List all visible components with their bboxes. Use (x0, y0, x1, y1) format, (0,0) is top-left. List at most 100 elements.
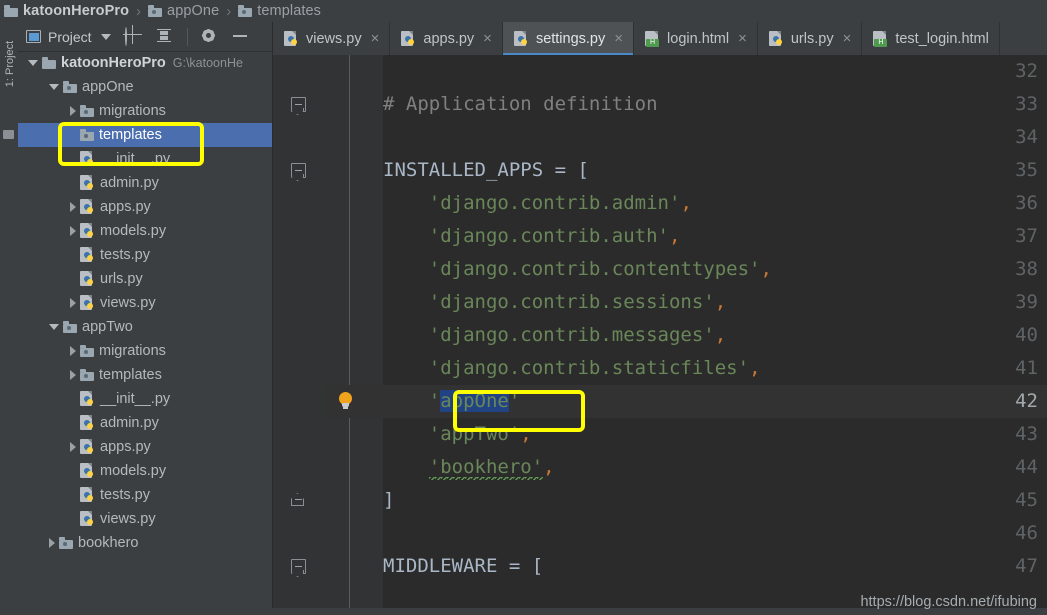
close-icon[interactable]: × (614, 31, 623, 46)
tree-item-tests-py[interactable]: tests.py (18, 483, 273, 507)
close-icon[interactable]: × (843, 31, 852, 46)
tree-item-label: views.py (100, 295, 156, 311)
code-line: 'django.contrib.messages', (383, 319, 726, 352)
python-file-icon (80, 439, 95, 455)
project-file-tree[interactable]: katoonHeroPro G:\katoonHe appOne migrations… (18, 51, 273, 615)
code-line: 'django.contrib.admin', (383, 187, 692, 220)
breadcrumb-separator: › (136, 2, 142, 20)
tree-item-init-py[interactable]: __init__.py (18, 387, 273, 411)
tool-window-tab-project[interactable]: 1: Project (1, 26, 19, 102)
fold-marker-expanded[interactable] (291, 163, 306, 178)
fold-marker-expanded[interactable] (291, 559, 306, 574)
ide-window: katoonHeroPro › appOne › templates 1: Pr… (0, 0, 1047, 615)
gear-icon[interactable] (200, 27, 219, 46)
code-line: 'django.contrib.auth', (383, 220, 681, 253)
lightbulb-icon[interactable] (337, 391, 355, 413)
chevron-right-icon[interactable] (70, 442, 76, 452)
close-icon[interactable]: × (371, 31, 380, 46)
chevron-down-icon[interactable] (49, 84, 59, 90)
code-folding-column[interactable] (325, 55, 383, 615)
editor-tab-label: urls.py (790, 30, 834, 47)
chevron-down-icon[interactable] (28, 60, 38, 66)
code-line: 'django.contrib.contenttypes', (383, 253, 772, 286)
tree-item-init-py[interactable]: __init__.py (18, 147, 273, 171)
breadcrumb-item-katoonheropro[interactable]: katoonHeroPro (4, 0, 129, 22)
fold-marker-expanded[interactable] (291, 97, 306, 112)
tree-item-katoonheropro[interactable]: katoonHeroPro G:\katoonHe (18, 51, 273, 75)
python-file-icon (80, 487, 95, 503)
toolbar-divider (186, 27, 188, 46)
close-icon[interactable]: × (483, 31, 492, 46)
close-icon[interactable]: × (738, 31, 747, 46)
chevron-right-icon[interactable] (70, 346, 76, 356)
tree-item-label: migrations (99, 103, 166, 119)
line-number: 35 (1015, 159, 1038, 181)
tree-item-apps-py[interactable]: apps.py (18, 195, 273, 219)
python-file-icon (80, 151, 95, 167)
folder-dot-icon (59, 537, 73, 549)
tree-item-apptwo[interactable]: appTwo (18, 315, 273, 339)
python-file-icon (80, 175, 95, 191)
editor-tab-views-py[interactable]: views.py × (273, 22, 391, 55)
breadcrumb-item-appone[interactable]: appOne (148, 0, 219, 22)
tree-item-admin-py[interactable]: admin.py (18, 411, 273, 435)
code-string: 'appTwo' (428, 423, 521, 445)
code-string: 'django.contrib.auth' (428, 225, 669, 247)
chevron-right-icon[interactable] (70, 298, 76, 308)
html-file-icon: H (873, 30, 888, 47)
line-number: 36 (1015, 192, 1038, 214)
chevron-down-icon[interactable] (49, 324, 59, 330)
code-line: MIDDLEWARE = [ (383, 550, 543, 583)
code-editor[interactable]: 32 33 # Application definition 34 35 INSTALLE… (273, 55, 1047, 615)
chevron-down-icon[interactable] (100, 33, 111, 40)
chevron-right-icon[interactable] (49, 538, 55, 548)
tree-item-templates[interactable]: templates (18, 363, 273, 387)
code-line: 'appOne' (383, 385, 520, 418)
line-number: 34 (1015, 126, 1038, 148)
tree-item-models-py[interactable]: models.py (18, 219, 273, 243)
chevron-right-icon[interactable] (70, 226, 76, 236)
editor-tab-login-html[interactable]: Hlogin.html × (634, 22, 758, 55)
tree-item-tests-py[interactable]: tests.py (18, 243, 273, 267)
chevron-right-icon[interactable] (70, 370, 76, 380)
editor-tab-urls-py[interactable]: urls.py × (757, 22, 863, 55)
minimize-icon[interactable] (232, 28, 250, 46)
python-file-icon (513, 30, 529, 47)
code-bracket: [ (531, 555, 544, 577)
tree-item-migrations[interactable]: migrations (18, 339, 273, 363)
tree-item-models-py[interactable]: models.py (18, 459, 273, 483)
editor-tab-apps-py[interactable]: apps.py × (390, 22, 503, 55)
tree-item-templates[interactable]: templates (18, 123, 273, 147)
chevron-right-icon[interactable] (70, 106, 76, 116)
collapse-all-icon[interactable] (156, 28, 174, 46)
chevron-right-icon[interactable] (70, 202, 76, 212)
tree-item-views-py[interactable]: views.py (18, 507, 273, 531)
tree-item-appone[interactable]: appOne (18, 75, 273, 99)
structure-icon[interactable] (3, 130, 14, 139)
editor-tab-bar[interactable]: views.py × apps.py × settings.py × Hlogin.html… (273, 22, 1047, 55)
tree-item-admin-py[interactable]: admin.py (18, 171, 273, 195)
tree-item-label: urls.py (100, 271, 143, 287)
tree-item-views-py[interactable]: views.py (18, 291, 273, 315)
locate-icon[interactable] (124, 26, 143, 46)
code-line: 'django.contrib.staticfiles', (383, 352, 761, 385)
tree-item-urls-py[interactable]: urls.py (18, 267, 273, 291)
code-line: ] (383, 484, 394, 517)
tree-item-label: admin.py (100, 175, 159, 191)
tree-item-bookhero[interactable]: bookhero (18, 531, 273, 555)
project-tool-window: Project katoonHeroPro G:\katoonHe appOne mi… (18, 22, 286, 615)
editor-tab-test-login-html[interactable]: Htest_login.html (862, 22, 1000, 55)
editor-tab-settings-py[interactable]: settings.py × (502, 22, 635, 55)
tree-item-label: tests.py (100, 247, 150, 263)
tree-item-label: __init__.py (100, 391, 171, 407)
project-panel-title-group[interactable]: Project (26, 29, 111, 45)
breadcrumb-item-templates[interactable]: templates (238, 0, 321, 22)
python-file-icon (401, 30, 416, 47)
tree-item-migrations[interactable]: migrations (18, 99, 273, 123)
tree-item-apps-py[interactable]: apps.py (18, 435, 273, 459)
code-comma: , (543, 456, 555, 478)
